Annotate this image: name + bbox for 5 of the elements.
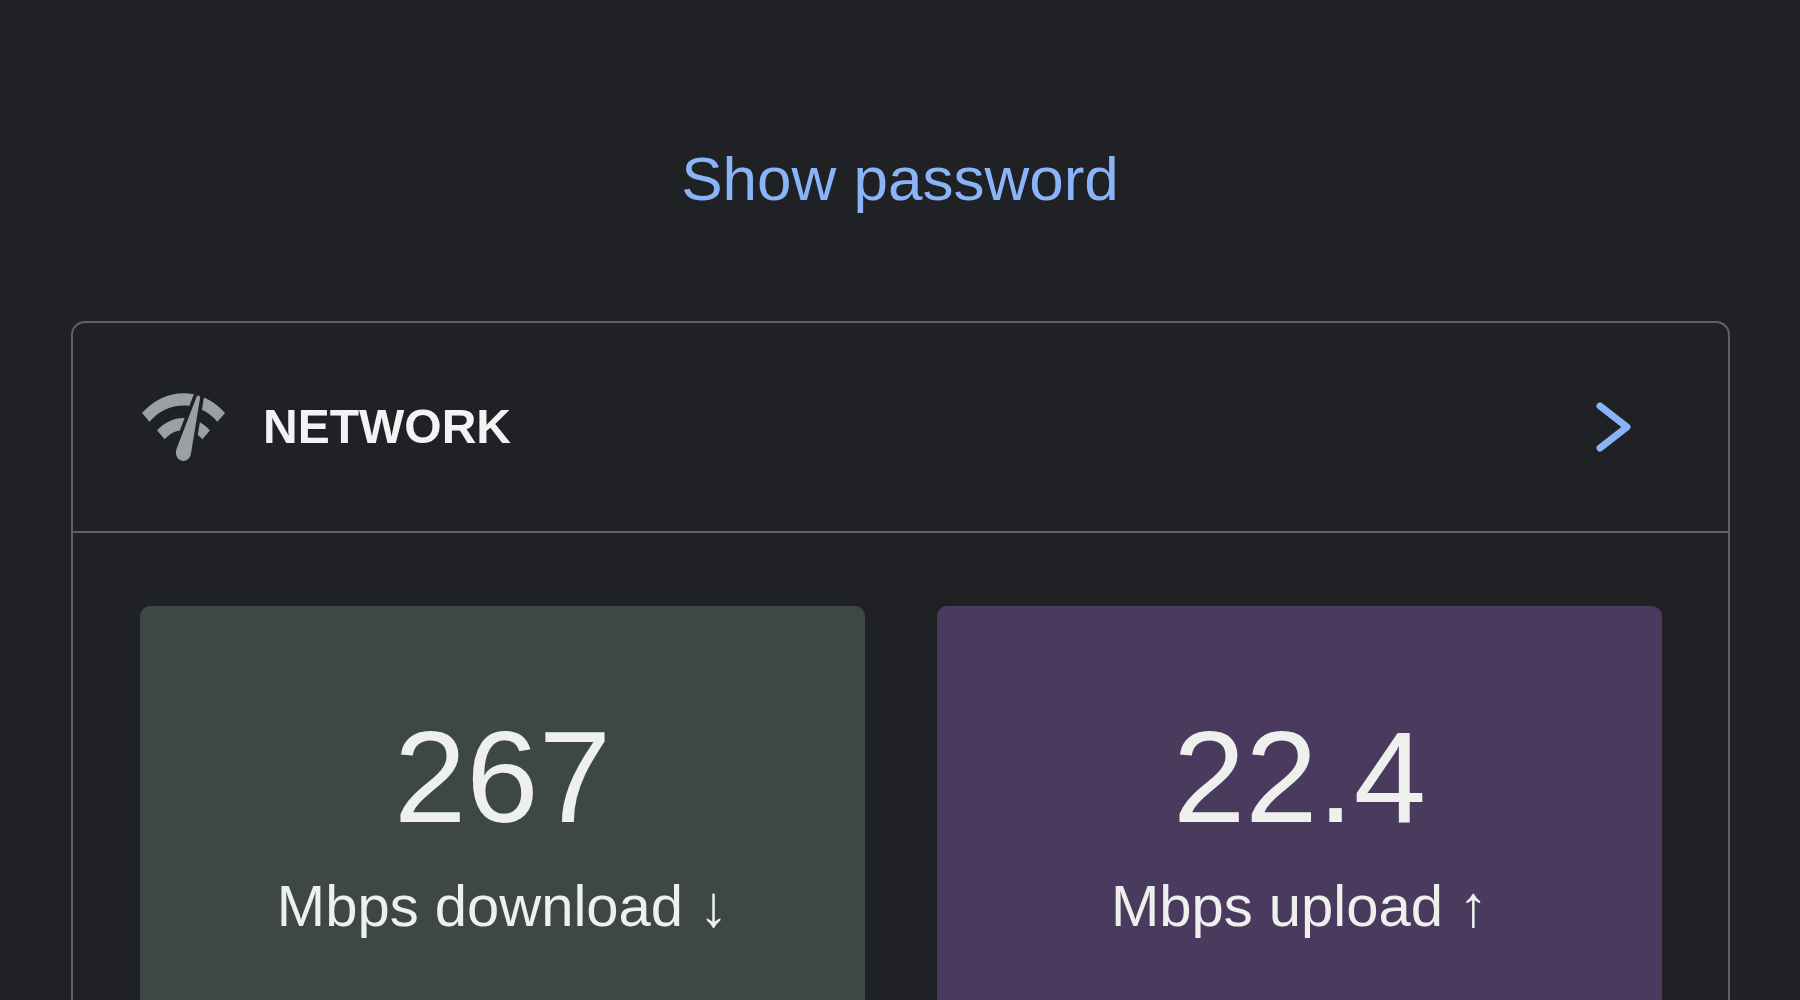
speed-value: 267 <box>394 712 611 842</box>
network-title: NETWORK <box>263 403 512 451</box>
chevron-right-icon[interactable] <box>1595 402 1632 452</box>
speed-value: 22.4 <box>1173 712 1426 842</box>
wifi-gauge-icon <box>142 393 225 461</box>
